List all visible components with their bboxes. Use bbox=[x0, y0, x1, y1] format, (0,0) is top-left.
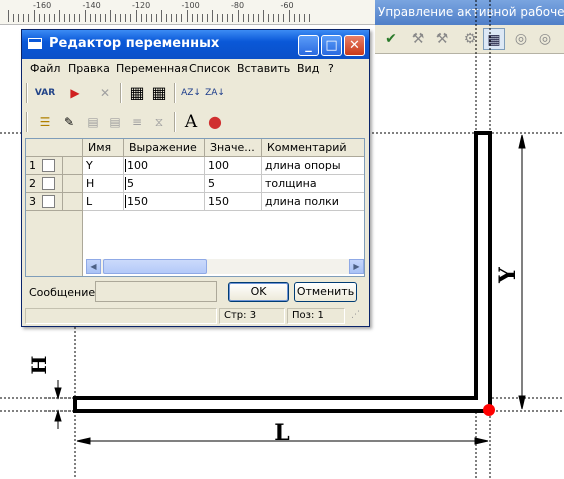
colors-icon[interactable]: ● bbox=[204, 111, 226, 133]
align-icon[interactable]: ≡ bbox=[126, 111, 148, 133]
menu-insert[interactable]: Вставить bbox=[237, 62, 290, 75]
cell-comment[interactable]: длина опоры bbox=[262, 157, 364, 175]
status-bar: Стр: 3 Поз: 1 ⋰ bbox=[25, 308, 366, 324]
dim-label-l: L bbox=[274, 420, 289, 446]
window-icon bbox=[28, 38, 42, 49]
columns-b-icon[interactable]: ▦ bbox=[148, 82, 170, 104]
sort-az-icon[interactable]: AZ↓ bbox=[180, 82, 202, 104]
close-button[interactable]: ✕ bbox=[344, 35, 365, 56]
grid-2-icon[interactable]: ▤ bbox=[104, 111, 126, 133]
dialog-title: Редактор переменных bbox=[49, 36, 220, 51]
dim-label-y: Y bbox=[495, 267, 521, 284]
cell-comment[interactable]: толщина bbox=[262, 175, 364, 193]
grid-1-icon[interactable]: ▤ bbox=[82, 111, 104, 133]
cell-expression[interactable]: 5 bbox=[124, 175, 205, 193]
menu-edit[interactable]: Правка bbox=[68, 62, 110, 75]
sort-za-icon[interactable]: ZA↓ bbox=[204, 82, 226, 104]
row-number: 3 bbox=[29, 195, 36, 208]
message-label: Сообщение: bbox=[29, 286, 99, 299]
toolbar-grip bbox=[26, 83, 28, 103]
cell-name[interactable]: L bbox=[83, 193, 124, 211]
message-field bbox=[95, 281, 217, 302]
row-checkbox[interactable] bbox=[42, 159, 55, 172]
menu-file[interactable]: Файл bbox=[30, 62, 60, 75]
delete-variable-icon[interactable]: ✕ bbox=[94, 82, 116, 104]
resize-grip-icon[interactable]: ⋰ bbox=[347, 308, 366, 324]
variable-editor-dialog: Редактор переменных _ □ ✕ Файл Правка Пе… bbox=[21, 29, 370, 327]
row-checkbox[interactable] bbox=[42, 195, 55, 208]
cell-value: 100 bbox=[205, 157, 262, 175]
dialog-titlebar[interactable]: Редактор переменных _ □ ✕ bbox=[22, 30, 369, 59]
cell-name[interactable]: Y bbox=[83, 157, 124, 175]
status-panel-message bbox=[25, 308, 217, 324]
row-number: 1 bbox=[29, 159, 36, 172]
horizontal-scrollbar[interactable]: ◀ ▶ bbox=[86, 259, 364, 274]
row-header-corner bbox=[26, 139, 82, 157]
menu-bar: Файл Правка Переменная Список Вставить В… bbox=[22, 59, 369, 78]
row-divider bbox=[62, 175, 63, 192]
dim-label-h: H bbox=[27, 356, 51, 375]
cell-name[interactable]: H bbox=[83, 175, 124, 193]
base-point[interactable] bbox=[483, 404, 495, 416]
menu-view[interactable]: Вид bbox=[297, 62, 319, 75]
toolbar-1: VAR ▶ ✕ ▦ ▦ AZ↓ ZA↓ bbox=[22, 80, 369, 108]
flag-icon[interactable]: ▶ bbox=[64, 82, 86, 104]
menu-variable[interactable]: Переменная bbox=[116, 62, 188, 75]
cell-expression[interactable]: 150 bbox=[124, 193, 205, 211]
toolbar-2: ☰ ✎ ▤ ▤ ≡ ⧖ A ● bbox=[22, 109, 369, 137]
menu-list[interactable]: Список bbox=[189, 62, 230, 75]
status-position: Поз: 1 bbox=[287, 308, 345, 324]
scroll-right-icon[interactable]: ▶ bbox=[349, 259, 364, 274]
row-header[interactable]: 1 bbox=[26, 157, 82, 175]
toolbar-separator bbox=[174, 112, 176, 132]
scroll-thumb[interactable] bbox=[103, 259, 207, 274]
menu-help[interactable]: ? bbox=[328, 62, 334, 75]
status-rows: Стр: 3 bbox=[219, 308, 285, 324]
row-divider bbox=[62, 157, 63, 174]
cancel-button[interactable]: Отменить bbox=[294, 282, 357, 302]
minimize-button[interactable]: _ bbox=[298, 35, 319, 56]
cell-value: 5 bbox=[205, 175, 262, 193]
var-icon[interactable]: VAR bbox=[34, 82, 56, 104]
column-header-value[interactable]: Значе... bbox=[205, 139, 262, 157]
columns-a-icon[interactable]: ▦ bbox=[126, 82, 148, 104]
column-header-comment[interactable]: Комментарий bbox=[262, 139, 364, 157]
edit-list-icon[interactable]: ✎ bbox=[58, 111, 80, 133]
font-icon[interactable]: A bbox=[180, 111, 202, 133]
row-checkbox[interactable] bbox=[42, 177, 55, 190]
toolbar-grip bbox=[26, 112, 28, 132]
row-header[interactable]: 2 bbox=[26, 175, 82, 193]
row-header-column: 1 2 3 bbox=[26, 139, 83, 276]
scroll-left-icon[interactable]: ◀ bbox=[86, 259, 101, 274]
ok-button[interactable]: OK bbox=[228, 282, 289, 302]
variables-table: 1 2 3 Имя Выражение Значе... Комментарий… bbox=[25, 138, 365, 277]
toolbar-separator bbox=[120, 83, 122, 103]
cell-value: 150 bbox=[205, 193, 262, 211]
merge-icon[interactable]: ⧖ bbox=[148, 111, 170, 133]
cell-expression[interactable]: 100 bbox=[124, 157, 205, 175]
column-header-expression[interactable]: Выражение bbox=[124, 139, 205, 157]
toolbar-separator bbox=[174, 83, 176, 103]
row-number: 2 bbox=[29, 177, 36, 190]
row-header[interactable]: 3 bbox=[26, 193, 82, 211]
cell-comment[interactable]: длина полки bbox=[262, 193, 364, 211]
list-icon[interactable]: ☰ bbox=[34, 111, 56, 133]
column-header-name[interactable]: Имя bbox=[83, 139, 124, 157]
maximize-button[interactable]: □ bbox=[321, 35, 342, 56]
row-divider bbox=[62, 193, 63, 210]
